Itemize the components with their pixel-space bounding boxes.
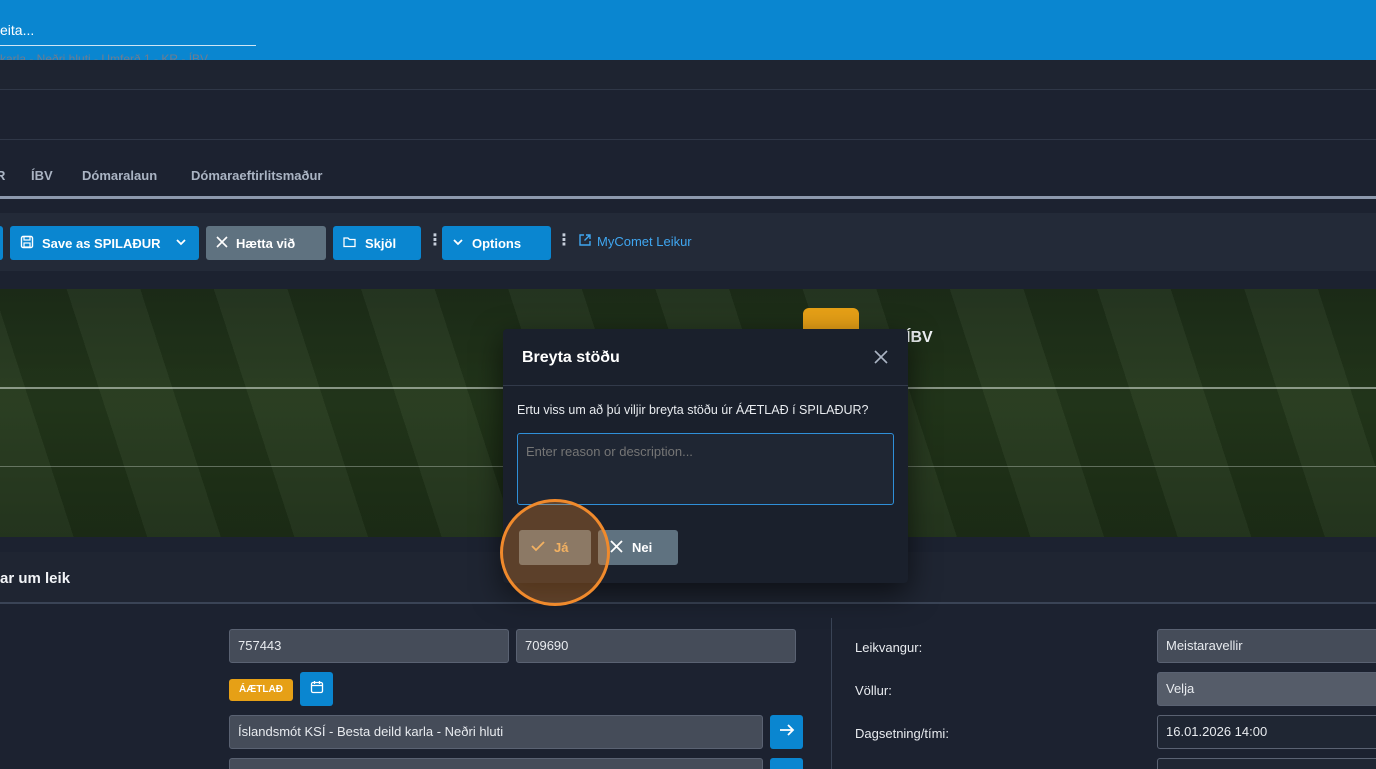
tab-domaraeftirlitsmadur[interactable]: Dómaraeftirlitsmaður	[191, 168, 322, 183]
no-label: Nei	[632, 540, 653, 555]
close-icon	[216, 235, 228, 251]
section-title: ar um leik	[0, 570, 71, 587]
cancel-button[interactable]: Hætta við	[206, 226, 326, 260]
folder-icon	[343, 236, 357, 251]
options-label: Options	[472, 235, 522, 251]
pitch-select[interactable]: Velja	[1157, 672, 1376, 706]
datetime-field[interactable]: 16.01.2026 14:00	[1157, 715, 1376, 749]
extra-field[interactable]	[1157, 758, 1376, 769]
go-to-competition-button[interactable]	[770, 715, 803, 749]
tab-domaralaun[interactable]: Dómaralaun	[82, 168, 157, 183]
click-highlight	[500, 499, 610, 606]
save-as-label: Save as SPILAÐUR	[42, 235, 161, 251]
external-link-icon	[578, 233, 592, 250]
more-icon[interactable]: ⋮	[427, 228, 443, 254]
competition-field[interactable]: Íslandsmót KSÍ - Besta deild karla - Neð…	[229, 715, 763, 749]
status-badge: ÁÆTLAÐ	[229, 679, 293, 701]
header-band-secondary	[0, 90, 1376, 140]
tab-bar: R ÍBV Dómaralaun Dómaraeftirlitsmaður	[0, 141, 1376, 199]
dialog-message: Ertu viss um að þú viljir breyta stöðu ú…	[517, 403, 869, 417]
close-icon[interactable]	[873, 349, 889, 365]
more-icon[interactable]: ⋮	[556, 228, 572, 254]
column-divider	[831, 618, 832, 769]
chevron-down-icon[interactable]	[175, 236, 187, 251]
save-as-button[interactable]: Save as SPILAÐUR	[10, 226, 199, 260]
external-id-field[interactable]: 709690	[516, 629, 796, 663]
dialog-title: Breyta stöðu	[522, 349, 620, 366]
chevron-down-icon	[452, 236, 464, 251]
mycomet-label: MyComet Leikur	[597, 234, 692, 249]
tab-kr[interactable]: R	[0, 168, 5, 183]
options-button[interactable]: Options	[442, 226, 551, 260]
datetime-label: Dagsetning/tími:	[855, 726, 949, 741]
top-bar: eita...	[0, 0, 1376, 60]
match-id-field[interactable]: 757443	[229, 629, 509, 663]
header-band	[0, 60, 1376, 90]
stadium-label: Leikvangur:	[855, 640, 923, 655]
go-to-round-button[interactable]	[770, 758, 803, 769]
tab-ibv[interactable]: ÍBV	[31, 168, 53, 183]
prev-button[interactable]	[0, 226, 3, 260]
documents-button[interactable]: Skjöl	[333, 226, 421, 260]
mycomet-link[interactable]: MyComet Leikur	[578, 233, 692, 250]
save-icon	[20, 235, 34, 252]
team-name: ÍBV	[906, 329, 933, 346]
reason-textarea[interactable]	[517, 433, 894, 505]
search-input[interactable]: eita...	[0, 20, 256, 46]
calendar-icon	[310, 680, 324, 699]
close-icon	[610, 539, 623, 556]
round-field[interactable]	[229, 758, 763, 769]
dialog-header: Breyta stöðu	[503, 329, 908, 386]
arrow-right-icon	[779, 723, 795, 742]
documents-label: Skjöl	[365, 235, 397, 251]
cancel-label: Hætta við	[236, 235, 296, 251]
stadium-field[interactable]: Meistaravellir	[1157, 629, 1376, 663]
calendar-button[interactable]	[300, 672, 333, 706]
confirm-no-button[interactable]: Nei	[598, 530, 678, 565]
pitch-label: Völlur:	[855, 683, 892, 698]
